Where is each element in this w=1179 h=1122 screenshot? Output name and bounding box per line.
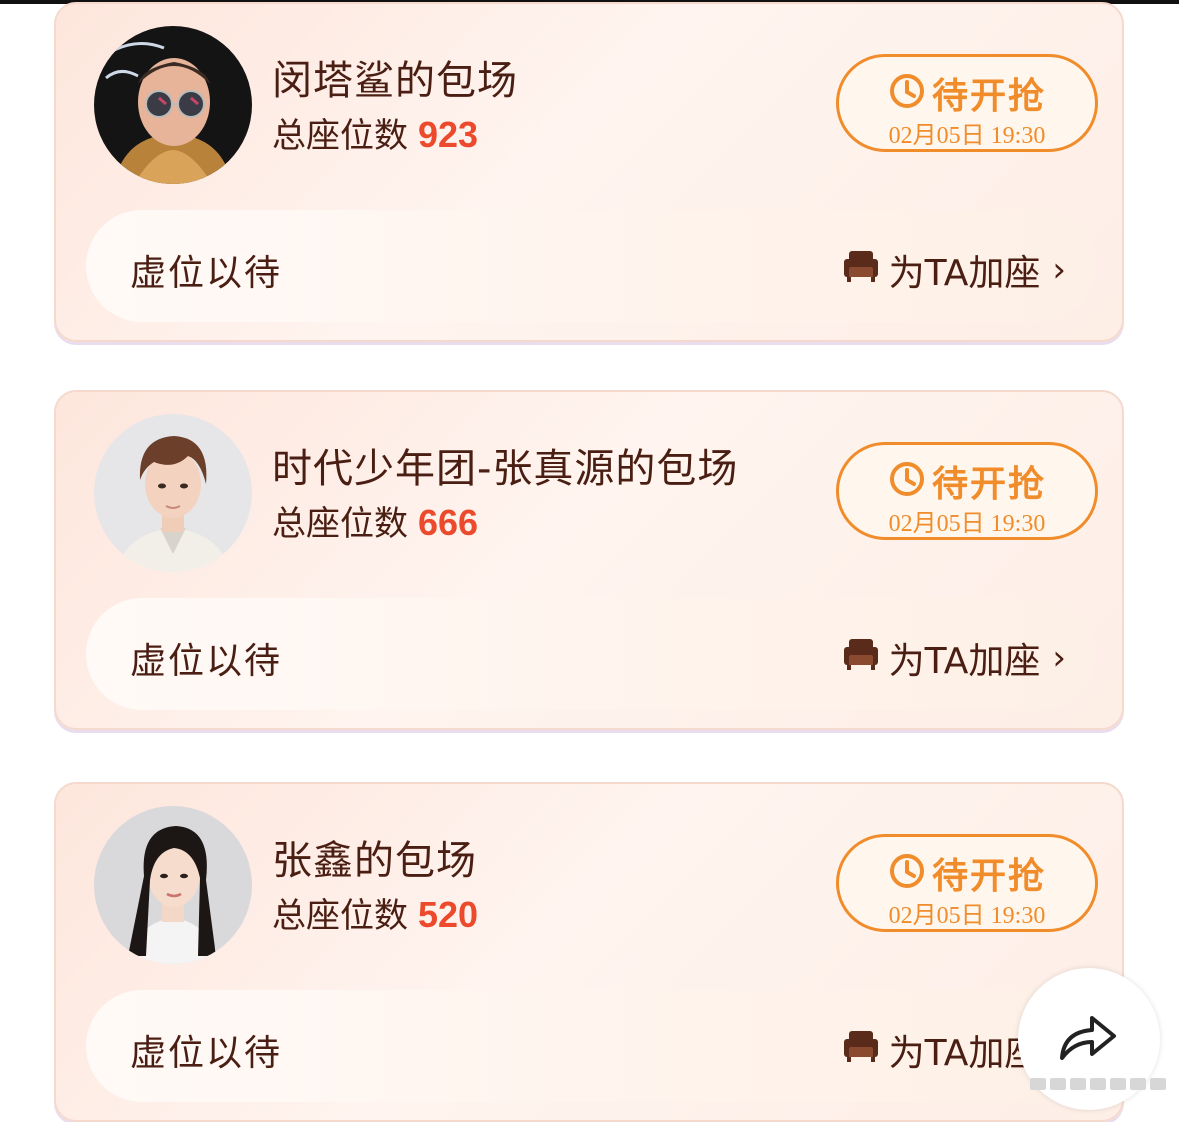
grab-time: 02月05日 19:30: [888, 903, 1046, 929]
seat-slot-text: 虚位以待: [130, 253, 283, 294]
seat-slot-text: 虚位以待: [130, 1033, 283, 1074]
venue-title: 张鑫的包场: [272, 838, 477, 884]
grab-status-button[interactable]: 待开抢 02月05日 19:30: [836, 54, 1098, 152]
sofa-icon: [843, 1029, 879, 1072]
venue-title: 闵塔鲨的包场: [272, 58, 518, 104]
grab-status-button[interactable]: 待开抢 02月05日 19:30: [836, 834, 1098, 932]
total-seats: 总座位数 520: [272, 888, 478, 937]
grab-status-button[interactable]: 待开抢 02月05日 19:30: [836, 442, 1098, 540]
total-seats-value: 666: [418, 502, 479, 543]
venue-card[interactable]: 时代少年团-张真源的包场 总座位数 666 待开抢 02月05日 19:30 虚位…: [54, 390, 1124, 730]
seat-slot-text: 虚位以待: [130, 641, 283, 682]
total-seats-value: 520: [418, 894, 479, 935]
avatar[interactable]: [94, 26, 252, 184]
add-seat-label: 为TA加座: [888, 253, 1041, 294]
seat-slot-bar[interactable]: 虚位以待 为TA加座 ›: [86, 598, 1096, 710]
grab-time: 02月05日 19:30: [888, 123, 1046, 149]
venue-title: 时代少年团-张真源的包场: [272, 446, 739, 492]
add-seat-link[interactable]: 为TA加座 ›: [843, 632, 1066, 684]
total-seats-label: 总座位数: [272, 504, 408, 544]
seat-slot-bar[interactable]: 虚位以待 为TA加座 ›: [86, 990, 1096, 1102]
total-seats-label: 总座位数: [272, 896, 408, 936]
avatar[interactable]: [94, 806, 252, 964]
grab-status-label: 待开抢: [931, 856, 1046, 897]
chevron-right-icon: ›: [1052, 250, 1066, 290]
total-seats: 总座位数 666: [272, 496, 478, 545]
add-seat-label: 为TA加座: [888, 641, 1041, 682]
venue-card[interactable]: 闵塔鲨的包场 总座位数 923 待开抢 02月05日 19:30 虚位以待 为TA…: [54, 2, 1124, 342]
clock-icon: [888, 460, 926, 502]
total-seats: 总座位数 923: [272, 108, 478, 157]
sofa-icon: [843, 637, 879, 680]
venue-card[interactable]: 张鑫的包场 总座位数 520 待开抢 02月05日 19:30 虚位以待 为TA加…: [54, 782, 1124, 1122]
sofa-icon: [843, 249, 879, 292]
grab-status-label: 待开抢: [931, 76, 1046, 117]
grab-status-label: 待开抢: [931, 464, 1046, 505]
chevron-right-icon: ›: [1052, 638, 1066, 678]
grab-time: 02月05日 19:30: [888, 511, 1046, 537]
total-seats-value: 923: [418, 114, 479, 155]
clock-icon: [888, 72, 926, 114]
clock-icon: [888, 852, 926, 894]
total-seats-label: 总座位数: [272, 116, 408, 156]
seat-slot-bar[interactable]: 虚位以待 为TA加座 ›: [86, 210, 1096, 322]
add-seat-link[interactable]: 为TA加座 ›: [843, 244, 1066, 296]
watermark: [1030, 1078, 1166, 1090]
avatar[interactable]: [94, 414, 252, 572]
